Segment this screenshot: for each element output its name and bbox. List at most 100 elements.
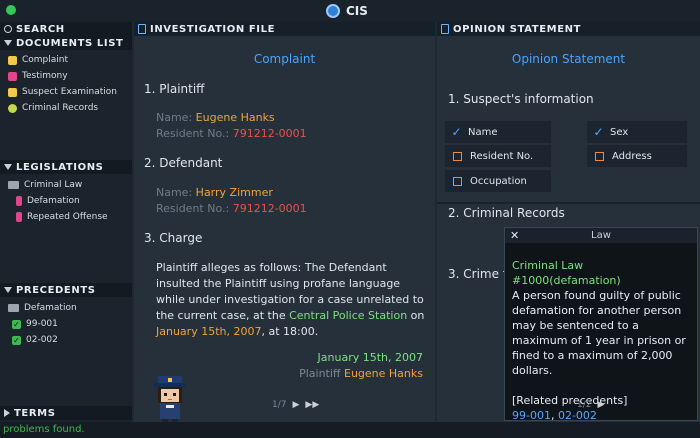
folder-criminal-law[interactable]: Criminal Law bbox=[8, 178, 82, 192]
doc-item-label: Suspect Examination bbox=[22, 87, 117, 97]
precedent-item-02-002[interactable]: ✓ 02-002 bbox=[12, 333, 58, 347]
plaintiff-resident-row: Resident No.: 791212-0001 bbox=[156, 127, 307, 140]
close-icon[interactable]: ✕ bbox=[510, 228, 519, 243]
field-occupation-checkbox[interactable]: Occupation bbox=[445, 170, 551, 192]
signature-date[interactable]: January 15th, 2007 bbox=[318, 351, 423, 364]
next-page-icon[interactable]: ▶ bbox=[292, 400, 299, 410]
speech-icon bbox=[8, 71, 17, 81]
unchecked-box-icon bbox=[453, 151, 462, 161]
chevron-down-icon bbox=[4, 287, 12, 293]
doc-item-label: Complaint bbox=[22, 55, 69, 65]
doc-item-label: Criminal Records bbox=[22, 103, 99, 113]
last-page-icon[interactable]: ▶▶ bbox=[305, 400, 319, 410]
document-icon bbox=[441, 24, 449, 34]
related-precedent-link[interactable]: 02-002 bbox=[558, 409, 597, 422]
app-logo-icon bbox=[326, 4, 340, 18]
documents-list-title: DOCUMENTS LIST bbox=[16, 37, 124, 49]
unchecked-box-icon bbox=[595, 151, 604, 161]
investigation-file-header: INVESTIGATION FILE bbox=[134, 22, 435, 36]
criminal-records-section-title: 2. Criminal Records bbox=[448, 206, 565, 220]
charge-text-part: , at 18:00. bbox=[261, 325, 319, 338]
law-popup-header: ✕ Law bbox=[505, 228, 697, 243]
law-popup-pager: 1/2 ▶ bbox=[577, 400, 604, 410]
terms-header[interactable]: TERMS bbox=[0, 406, 132, 420]
documents-list-header[interactable]: DOCUMENTS LIST bbox=[0, 36, 132, 50]
panel-title: OPINION STATEMENT bbox=[453, 23, 582, 35]
resident-label: Resident No.: bbox=[156, 202, 230, 215]
suspect-info-section-title: 1. Suspect's information bbox=[448, 92, 594, 106]
field-label: Name bbox=[468, 126, 498, 138]
interrogation-icon bbox=[8, 87, 17, 97]
law-popup-body: Criminal Law #1000(defamation) A person … bbox=[512, 258, 694, 423]
field-label: Address bbox=[612, 150, 652, 162]
law-item-repeated-offense[interactable]: Repeated Offense bbox=[16, 210, 108, 224]
precedent-item-99-001[interactable]: ✓ 99-001 bbox=[12, 317, 58, 331]
defendant-section-title: 2. Defendant bbox=[144, 156, 223, 170]
field-name-checkbox[interactable]: ✓ Name bbox=[445, 121, 551, 143]
search-header[interactable]: SEARCH bbox=[0, 22, 132, 36]
field-address-checkbox[interactable]: Address bbox=[587, 145, 687, 167]
officer-avatar bbox=[154, 376, 186, 425]
plaintiff-name[interactable]: Eugene Hanks bbox=[196, 111, 275, 124]
defendant-resident-no[interactable]: 791212-0001 bbox=[233, 202, 307, 215]
resident-label: Resident No.: bbox=[156, 127, 230, 140]
plaintiff-section-title: 1. Plaintiff bbox=[144, 82, 205, 96]
app-title-text: CIS bbox=[346, 4, 368, 18]
precedent-label: 99-001 bbox=[26, 319, 58, 329]
law-book-icon bbox=[16, 196, 22, 206]
folder-label: Criminal Law bbox=[24, 180, 83, 190]
check-icon: ✓ bbox=[12, 335, 21, 345]
document-title: Opinion Statement bbox=[511, 52, 626, 66]
chevron-down-icon bbox=[4, 40, 12, 46]
law-item-label: Repeated Offense bbox=[27, 212, 108, 222]
charge-location[interactable]: Central Police Station bbox=[289, 309, 407, 322]
investigation-file-panel: INVESTIGATION FILE Complaint 1. Plaintif… bbox=[134, 22, 435, 422]
charge-date[interactable]: January 15th, 2007 bbox=[156, 325, 261, 338]
defendant-resident-row: Resident No.: 791212-0001 bbox=[156, 202, 307, 215]
hand-icon bbox=[8, 55, 17, 65]
plaintiff-name-row: Name: Eugene Hanks bbox=[156, 111, 275, 124]
unchecked-box-icon bbox=[453, 176, 462, 186]
chevron-right-icon bbox=[4, 409, 10, 417]
doc-item-complaint[interactable]: Complaint bbox=[8, 53, 68, 67]
checkmark-icon: ✓ bbox=[593, 125, 604, 139]
signature-name[interactable]: Eugene Hanks bbox=[344, 367, 423, 380]
next-page-icon[interactable]: ▶ bbox=[597, 400, 604, 410]
status-bar: problems found. bbox=[0, 422, 700, 438]
name-label: Name: bbox=[156, 111, 193, 124]
doc-item-suspect-examination[interactable]: Suspect Examination bbox=[8, 85, 117, 99]
defendant-name-row: Name: Harry Zimmer bbox=[156, 186, 273, 199]
status-text: problems found. bbox=[3, 424, 85, 435]
page-indicator: 1/2 bbox=[577, 400, 592, 410]
folder-icon bbox=[8, 181, 19, 189]
doc-item-testimony[interactable]: Testimony bbox=[8, 69, 68, 83]
field-label: Sex bbox=[610, 126, 629, 138]
charge-text: Plaintiff alleges as follows: The Defend… bbox=[156, 260, 428, 340]
folder-label: Defamation bbox=[24, 303, 77, 313]
records-icon bbox=[8, 103, 17, 113]
app-title: CIS bbox=[326, 2, 368, 20]
defendant-name[interactable]: Harry Zimmer bbox=[196, 186, 273, 199]
field-label: Resident No. bbox=[470, 150, 534, 162]
page-indicator: 1/7 bbox=[272, 400, 287, 410]
related-precedent-link[interactable]: 99-001 bbox=[512, 409, 551, 422]
law-text: A person found guilty of public defamati… bbox=[512, 289, 686, 377]
folder-defamation[interactable]: Defamation bbox=[8, 301, 77, 315]
field-resident-no-checkbox[interactable]: Resident No. bbox=[445, 145, 551, 167]
law-item-label: Defamation bbox=[27, 196, 80, 206]
name-label: Name: bbox=[156, 186, 193, 199]
chevron-down-icon bbox=[4, 164, 12, 170]
folder-icon bbox=[8, 304, 19, 312]
signature-label: Plaintiff bbox=[299, 367, 341, 380]
doc-item-criminal-records[interactable]: Criminal Records bbox=[8, 101, 98, 115]
precedents-header[interactable]: PRECEDENTS bbox=[0, 283, 132, 297]
search-icon bbox=[4, 25, 12, 33]
legislations-header[interactable]: LEGISLATIONS bbox=[0, 160, 132, 174]
law-item-defamation[interactable]: Defamation bbox=[16, 194, 80, 208]
plaintiff-resident-no[interactable]: 791212-0001 bbox=[233, 127, 307, 140]
law-name: Criminal Law #1000(defamation) bbox=[512, 259, 621, 287]
opinion-statement-header: OPINION STATEMENT bbox=[437, 22, 700, 36]
charge-section-title: 3. Charge bbox=[144, 231, 203, 245]
field-label: Occupation bbox=[470, 175, 527, 187]
field-sex-checkbox[interactable]: ✓ Sex bbox=[587, 121, 687, 143]
